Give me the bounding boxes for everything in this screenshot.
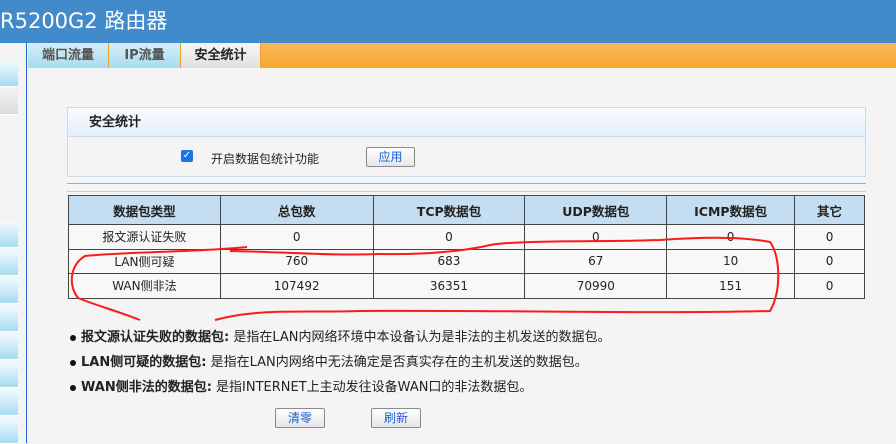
tab-port-traffic[interactable]: 端口流量 — [28, 43, 109, 68]
note-item: LAN侧可疑的数据包: 是指在LAN内网络中无法确定是否真实存在的主机发送的数据… — [70, 354, 611, 379]
col-header: 总包数 — [219, 195, 374, 225]
note-term: WAN侧非法的数据包: — [81, 380, 212, 395]
bullet-icon — [70, 384, 76, 391]
sidebar-item[interactable] — [0, 277, 18, 304]
notes-list: 报文源认证失败的数据包: 是指在LAN内网络环境中本设备认为是非法的主机发送的数… — [70, 329, 611, 404]
bullet-icon — [70, 334, 76, 341]
note-term: LAN侧可疑的数据包: — [81, 355, 207, 370]
cell: 0 — [794, 248, 865, 274]
cell: 36351 — [372, 273, 526, 299]
cell: 报文源认证失败 — [68, 224, 221, 250]
refresh-button[interactable]: 刷新 — [371, 408, 421, 428]
bullet-icon — [70, 359, 76, 366]
cell: 70990 — [524, 273, 668, 299]
cell: 67 — [524, 248, 668, 274]
sidebar-item[interactable] — [0, 305, 18, 332]
cell: 0 — [794, 273, 865, 299]
app-title: R5200G2 路由器 — [0, 9, 168, 33]
col-header: 其它 — [794, 195, 865, 225]
cell: 151 — [666, 273, 796, 299]
cell: 760 — [219, 248, 374, 274]
sidebar-item[interactable] — [0, 361, 18, 388]
cell: 0 — [666, 224, 796, 250]
note-term: 报文源认证失败的数据包: — [81, 330, 230, 345]
apply-button[interactable]: 应用 — [366, 147, 415, 167]
cell: 0 — [219, 224, 374, 250]
clear-button[interactable]: 清零 — [275, 408, 325, 428]
table-header-row: 数据包类型 总包数 TCP数据包 UDP数据包 ICMP数据包 其它 — [68, 195, 865, 225]
note-desc: 是指在LAN内网络中无法确定是否真实存在的主机发送的数据包。 — [210, 355, 588, 370]
divider — [67, 191, 866, 192]
cell: 0 — [372, 224, 526, 250]
cell: 683 — [372, 248, 526, 274]
col-header: TCP数据包 — [372, 195, 526, 225]
col-header: UDP数据包 — [524, 195, 668, 225]
sidebar-item[interactable] — [0, 221, 18, 248]
note-item: WAN侧非法的数据包: 是指INTERNET上主动发往设备WAN口的非法数据包。 — [70, 379, 611, 404]
table-row: LAN侧可疑 760 683 67 10 0 — [68, 248, 865, 274]
cell: 0 — [524, 224, 668, 250]
cell: 0 — [794, 224, 865, 250]
security-stats-panel: 安全统计 ✓ 开启数据包统计功能 应用 — [67, 107, 866, 177]
col-header: ICMP数据包 — [666, 195, 796, 225]
sidebar-item[interactable] — [0, 389, 18, 416]
cell: 107492 — [219, 273, 374, 299]
tab-security-stats[interactable]: 安全统计 — [181, 43, 261, 68]
sidebar — [0, 43, 27, 444]
sidebar-item[interactable] — [0, 60, 18, 87]
sidebar-item[interactable] — [0, 249, 18, 276]
divider — [67, 183, 866, 184]
stats-table: 数据包类型 总包数 TCP数据包 UDP数据包 ICMP数据包 其它 报文源认证… — [68, 195, 865, 299]
note-item: 报文源认证失败的数据包: 是指在LAN内网络环境中本设备认为是非法的主机发送的数… — [70, 329, 611, 354]
cell: WAN侧非法 — [68, 273, 221, 299]
cell: LAN侧可疑 — [68, 248, 221, 274]
app-header: R5200G2 路由器 — [0, 0, 896, 43]
packet-stats-checkbox[interactable]: ✓ — [181, 150, 193, 162]
sidebar-item[interactable] — [0, 333, 18, 360]
cell: 10 — [666, 248, 796, 274]
table-row: WAN侧非法 107492 36351 70990 151 0 — [68, 273, 865, 299]
sidebar-item[interactable] — [0, 88, 18, 115]
table-row: 报文源认证失败 0 0 0 0 0 — [68, 224, 865, 250]
tab-bar: 端口流量 IP流量 安全统计 — [28, 43, 896, 68]
panel-title: 安全统计 — [68, 108, 865, 137]
note-desc: 是指在LAN内网络环境中本设备认为是非法的主机发送的数据包。 — [233, 330, 611, 345]
sidebar-item[interactable] — [0, 417, 18, 444]
tab-ip-traffic[interactable]: IP流量 — [109, 43, 181, 68]
checkbox-label: 开启数据包统计功能 — [211, 152, 320, 166]
note-desc: 是指INTERNET上主动发往设备WAN口的非法数据包。 — [216, 380, 533, 395]
col-header: 数据包类型 — [68, 195, 221, 225]
